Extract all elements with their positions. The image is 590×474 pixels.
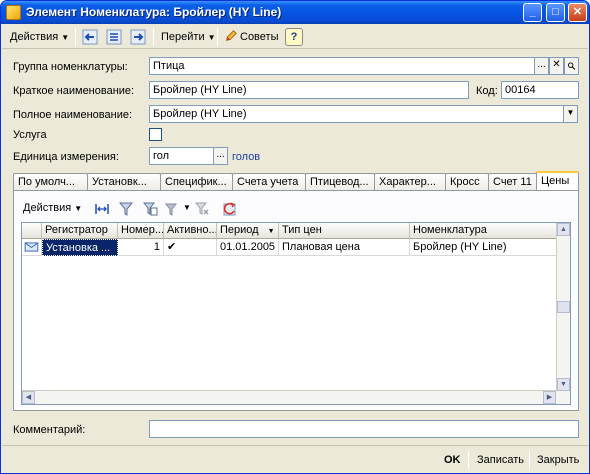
navigate-back-icon[interactable] [82,29,98,45]
minimize-button[interactable]: _ [523,3,542,22]
short-name-field[interactable]: Бройлер (HY Line) [149,81,469,99]
maximize-button[interactable]: □ [546,3,565,22]
unit-field[interactable]: гол [149,147,214,165]
checkmark-icon: ✔ [167,241,177,253]
cell-number[interactable]: 1 [118,239,164,256]
chevron-down-icon: ▼ [74,204,83,213]
period-header-label: Период [220,224,259,236]
cell-registrar[interactable]: Установка ... [42,239,118,256]
unit-label: Единица измерения: [13,151,119,163]
chevron-down-icon: ▼ [61,33,70,42]
toolbar-separator [153,28,154,46]
app-icon [6,5,21,20]
tab-characteristics[interactable]: Характер... [374,173,446,191]
tab-accounts[interactable]: Счета учета [232,173,306,191]
chevron-down-icon[interactable]: ▼ [183,203,191,212]
tab-account-11[interactable]: Счет 11 [488,173,537,191]
toolbar: Действия ▼ Перейти ▼ Советы ? [2,25,588,49]
filter-by-value-icon[interactable] [142,201,158,217]
refresh-icon[interactable] [222,201,238,217]
tab-cross[interactable]: Кросс [445,173,489,191]
row-marker-header [22,223,42,239]
close-button[interactable]: Закрыть [534,451,582,469]
column-header-item[interactable]: Номенклатура [410,223,558,239]
full-name-field[interactable]: Бройлер (HY Line) [149,105,564,123]
clear-filter-icon[interactable] [194,201,210,217]
save-button[interactable]: Записать [474,451,527,469]
column-header-registrar[interactable]: Регистратор [42,223,118,239]
button-separator [529,451,530,469]
search-icon[interactable] [564,57,579,75]
scroll-up-icon[interactable]: ▲ [557,223,570,236]
full-name-label: Полное наименование: [13,109,133,121]
scroll-left-icon[interactable]: ◀ [22,391,35,404]
sort-desc-icon: ▼ [267,228,275,235]
filter-icon[interactable] [118,201,134,217]
service-label: Услуга [13,129,47,141]
panel-actions-menu-button[interactable]: Действия ▼ [20,198,85,218]
clear-icon[interactable]: ✕ [549,57,564,75]
horizontal-scrollbar[interactable]: ◀ ▶ [22,390,557,404]
code-label: Код: [476,85,498,97]
group-field[interactable]: Птица [149,57,535,75]
unit-select-button[interactable]: ... [213,147,228,165]
dropdown-arrow-icon[interactable]: ▼ [563,105,578,123]
column-width-icon[interactable] [94,201,110,217]
cell-price-type[interactable]: Плановая цена [279,239,410,256]
short-name-label: Краткое наименование: [13,85,135,97]
tab-prices[interactable]: Цены [536,171,579,192]
document-row-icon [22,239,42,256]
toolbar-separator [217,28,218,46]
help-button[interactable]: ? [285,28,303,46]
comment-field[interactable] [149,420,579,438]
prices-table: Регистратор Номер... Активно... Период ▼… [21,222,571,405]
toolbar-separator [75,28,76,46]
column-header-period[interactable]: Период ▼ [217,223,279,239]
tips-label: Советы [240,31,279,43]
scroll-right-icon[interactable]: ▶ [543,391,556,404]
cell-active[interactable]: ✔ [164,239,217,256]
code-field[interactable]: 00164 [501,81,579,99]
tab-poultry[interactable]: Птицевод... [305,173,375,191]
cell-item[interactable]: Бройлер (HY Line) [410,239,558,256]
close-window-button[interactable]: ✕ [568,3,587,22]
column-header-active[interactable]: Активно... [164,223,217,239]
button-separator [468,451,469,469]
group-label: Группа номенклатуры: [13,61,128,73]
filter-history-icon[interactable] [164,201,180,217]
comment-label: Комментарий: [13,424,86,436]
window-title: Элемент Номенклатура: Бройлер (HY Line) [26,5,282,19]
chevron-down-icon: ▼ [207,33,216,42]
tab-specification[interactable]: Специфик... [160,173,233,191]
list-form-icon[interactable] [106,29,122,45]
vertical-scrollbar[interactable]: ▲ ▼ [556,223,570,404]
tab-strip: По умолч... Установк... Специфик... Счет… [13,171,579,192]
scroll-thumb[interactable] [557,301,570,313]
tab-settings[interactable]: Установк... [87,173,161,191]
window: Элемент Номенклатура: Бройлер (HY Line) … [0,0,590,474]
bottom-button-bar: OK Записать Закрыть [2,445,588,473]
group-select-button[interactable]: ... [534,57,549,75]
panel-actions-label: Действия [23,202,72,214]
toolbar-separator [88,199,89,217]
navigate-forward-icon[interactable] [130,29,146,45]
tips-button[interactable]: Советы [221,27,281,47]
column-header-number[interactable]: Номер... [118,223,164,239]
column-header-price-type[interactable]: Тип цен [279,223,410,239]
pencil-icon [226,30,237,41]
tab-defaults[interactable]: По умолч... [13,173,88,191]
goto-menu-label: Перейти [161,31,205,43]
service-checkbox[interactable] [149,128,162,141]
cell-period[interactable]: 01.01.2005 [217,239,279,256]
title-bar[interactable]: Элемент Номенклатура: Бройлер (HY Line) … [1,1,589,24]
unit-full-name-link[interactable]: голов [232,151,260,163]
ok-button[interactable]: OK [441,451,464,469]
goto-menu-button[interactable]: Перейти ▼ [158,27,219,47]
actions-menu-label: Действия [10,31,59,43]
actions-menu-button[interactable]: Действия ▼ [7,27,72,47]
scroll-down-icon[interactable]: ▼ [557,378,570,391]
toolbar-separator [216,199,217,217]
